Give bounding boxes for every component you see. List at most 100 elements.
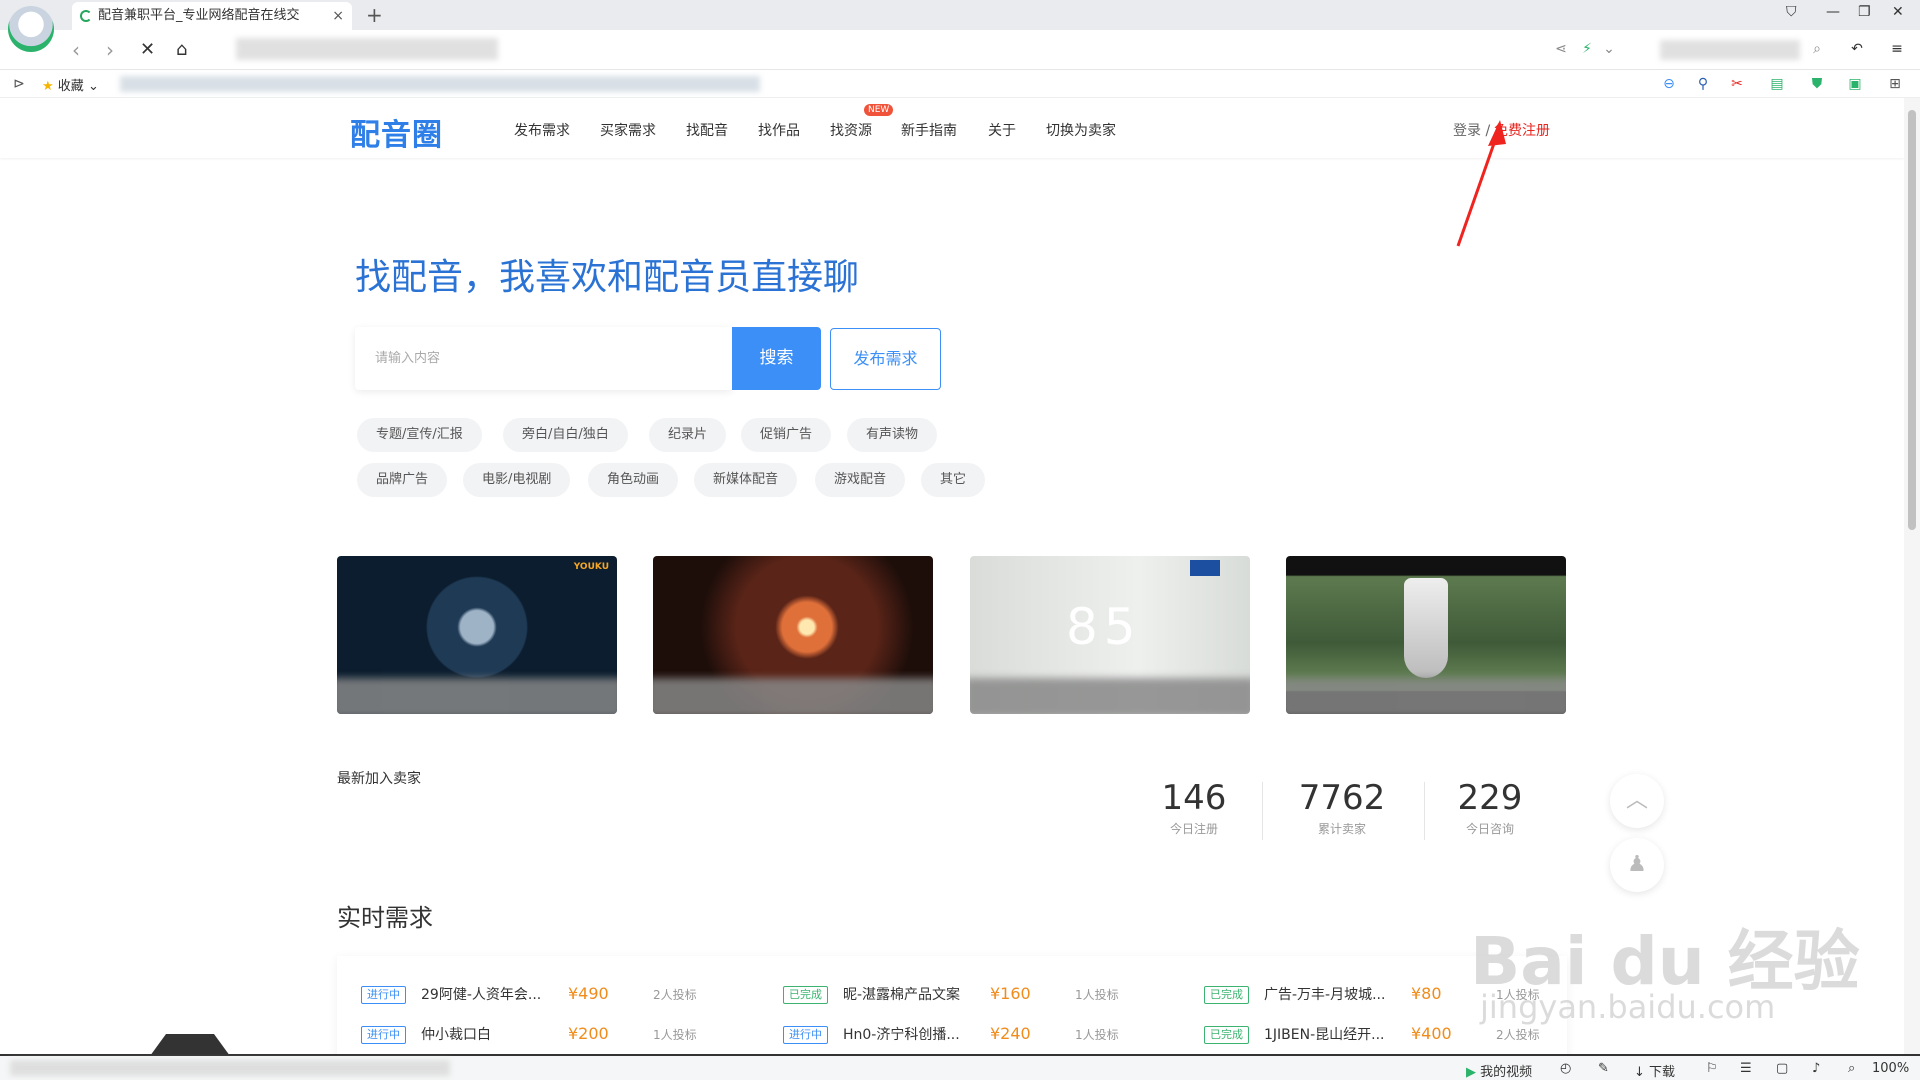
stop-icon[interactable]: ✕ [140, 38, 155, 62]
forward-icon[interactable]: › [106, 38, 114, 62]
scissors-icon[interactable]: ✂ [1728, 75, 1746, 93]
zoom-level[interactable]: 100% [1872, 1061, 1909, 1076]
sidebar-toggle-icon[interactable]: ⊳ [10, 75, 28, 93]
nav-find-voice[interactable]: 找配音 [686, 120, 728, 140]
site-logo[interactable]: 配音圈 [350, 110, 443, 154]
nav-buyer-demand[interactable]: 买家需求 [600, 120, 656, 140]
address-bar: ‹ › ✕ ⌂ ⋖ ⚡ ⌄ ⌕ ↶ ≡ [0, 30, 1920, 70]
game-icon[interactable]: ▣ [1846, 75, 1864, 93]
my-videos-button[interactable]: ▶ 我的视频 [1466, 1061, 1532, 1080]
magnifier-icon[interactable]: ⚲ [1694, 75, 1712, 93]
window-icon[interactable]: ▢ [1776, 1061, 1788, 1076]
user-avatar[interactable] [8, 6, 54, 52]
qq-contact-button[interactable]: ♟ [1610, 838, 1664, 892]
tag-audiobook[interactable]: 有声读物 [847, 418, 938, 452]
search-engine-field[interactable] [1660, 40, 1800, 60]
demand-title: 29阿健-人资年会... [421, 987, 542, 1003]
undo-icon[interactable]: ↶ [1848, 40, 1866, 58]
nav-publish-demand[interactable]: 发布需求 [514, 120, 570, 140]
demand-title: 仲小裁口白 [421, 1027, 491, 1043]
search-icon[interactable]: ⌕ [1808, 40, 1826, 58]
back-to-top-button[interactable]: ︿ [1610, 774, 1664, 828]
minus-circle-icon[interactable]: ⊖ [1660, 75, 1678, 93]
new-tab-button[interactable]: + [366, 2, 383, 28]
status-badge: 进行中 [361, 986, 406, 1004]
nav-beginner-guide[interactable]: 新手指南 [901, 120, 957, 140]
tag-other[interactable]: 其它 [921, 463, 986, 497]
menu-icon[interactable]: ≡ [1888, 40, 1906, 58]
tag-brand-ad[interactable]: 品牌广告 [357, 463, 448, 497]
stat-value: 146 [1161, 778, 1227, 818]
tag-new-media[interactable]: 新媒体配音 [694, 463, 798, 497]
home-icon[interactable]: ⌂ [176, 38, 187, 62]
volume-icon[interactable]: ♪ [1812, 1061, 1820, 1076]
demand-item[interactable]: 进行中 Hn0-济宁科创播... ¥240 1人投标 [783, 1024, 1183, 1046]
demand-bids: 1人投标 [653, 1028, 697, 1042]
speed-icon[interactable]: ◴ [1560, 1061, 1571, 1076]
back-icon[interactable]: ‹ [72, 38, 80, 62]
work-card[interactable] [1286, 556, 1566, 714]
browser-window: 配音兼职平台_专业网络配音在线交 × + ⛉ — ❐ ✕ ‹ › ✕ ⌂ ⋖ ⚡… [0, 0, 1920, 1080]
pin-icon[interactable]: ✎ [1598, 1061, 1609, 1076]
shirt-icon[interactable]: ⛉ [1786, 4, 1797, 20]
demand-item[interactable]: 进行中 29阿健-人资年会... ¥490 2人投标 [361, 984, 761, 1006]
bookmark-items[interactable] [120, 76, 760, 92]
reader-icon[interactable]: ☰ [1740, 1061, 1752, 1076]
display-digits-icon: 85 [1066, 598, 1142, 656]
stat-value: 7762 [1298, 778, 1386, 818]
stat-label: 今日注册 [1169, 822, 1218, 836]
apps-grid-icon[interactable]: ⊞ [1886, 75, 1904, 93]
stat-value: 229 [1457, 778, 1523, 818]
stat-label: 今日咨询 [1465, 822, 1514, 836]
demand-item[interactable]: 已完成 1JIBEN-昆山经开... ¥400 2人投标 [1204, 1024, 1564, 1046]
status-text [10, 1060, 450, 1076]
zoom-icon[interactable]: ⌕ [1848, 1061, 1855, 1076]
tag-topic-promo[interactable]: 专题/宣传/汇报 [357, 418, 482, 452]
tag-promo-ad[interactable]: 促销广告 [741, 418, 832, 452]
translate-icon[interactable]: ▤ [1768, 75, 1786, 93]
demand-item[interactable]: 已完成 昵-湛露棉产品文案 ¥160 1人投标 [783, 984, 1183, 1006]
nav-find-works[interactable]: 找作品 [758, 120, 800, 140]
scrollbar[interactable] [1904, 98, 1920, 1054]
stat-total-sellers: 7762 累计卖家 [1268, 778, 1416, 837]
download-button[interactable]: ↓ 下载 [1634, 1061, 1675, 1080]
demand-price: ¥80 [1411, 984, 1442, 1003]
tag-film-tv[interactable]: 电影/电视剧 [463, 463, 571, 497]
tag-documentary[interactable]: 纪录片 [649, 418, 727, 452]
publish-demand-button[interactable]: 发布需求 [830, 328, 941, 390]
nav-switch-seller[interactable]: 切换为卖家 [1046, 120, 1116, 140]
hero-title: 找配音，我喜欢和配音员直接聊 [355, 257, 860, 298]
shield-icon[interactable]: ⛊ [1808, 75, 1826, 93]
demand-title: 1JIBEN-昆山经开... [1264, 1027, 1385, 1043]
chevron-down-icon[interactable]: ⌄ [1600, 40, 1618, 58]
work-card[interactable]: YOUKU [337, 556, 617, 714]
work-card[interactable] [653, 556, 933, 714]
share-icon[interactable]: ⋖ [1552, 40, 1570, 58]
close-window-button[interactable]: ✕ [1892, 4, 1904, 20]
url-field[interactable] [236, 38, 498, 60]
browser-tab[interactable]: 配音兼职平台_专业网络配音在线交 × [72, 2, 352, 30]
tag-game-voice[interactable]: 游戏配音 [815, 463, 906, 497]
restore-button[interactable]: ❐ [1858, 4, 1871, 20]
bookmarks-button[interactable]: ★ 收藏 ⌄ [42, 75, 99, 94]
realtime-demand-title: 实时需求 [337, 904, 433, 932]
bookmark-bar: ⊳ ★ 收藏 ⌄ ⊖ ⚲ ✂ ▤ ⛊ ▣ ⊞ [0, 70, 1920, 98]
minimize-button[interactable]: — [1826, 4, 1840, 20]
nav-find-resources[interactable]: 找资源 [830, 120, 872, 140]
scrollbar-thumb[interactable] [1908, 110, 1916, 530]
new-sellers-title: 最新加入卖家 [337, 771, 421, 787]
flag-icon[interactable]: ⚐ [1706, 1061, 1718, 1076]
nav-about[interactable]: 关于 [988, 120, 1016, 140]
tag-character-animation[interactable]: 角色动画 [588, 463, 679, 497]
search-input[interactable] [355, 327, 732, 390]
demand-item[interactable]: 进行中 仲小裁口白 ¥200 1人投标 [361, 1024, 761, 1046]
work-card[interactable]: 85 [970, 556, 1250, 714]
tag-narration[interactable]: 旁白/自白/独白 [503, 418, 628, 452]
lightning-icon[interactable]: ⚡ [1578, 40, 1596, 58]
demand-title: 昵-湛露棉产品文案 [843, 987, 961, 1003]
status-badge: 已完成 [1204, 986, 1249, 1004]
demand-bids: 2人投标 [653, 988, 697, 1002]
demand-bids: 2人投标 [1496, 1028, 1540, 1042]
search-button[interactable]: 搜索 [732, 327, 821, 390]
close-tab-icon[interactable]: × [332, 2, 344, 30]
